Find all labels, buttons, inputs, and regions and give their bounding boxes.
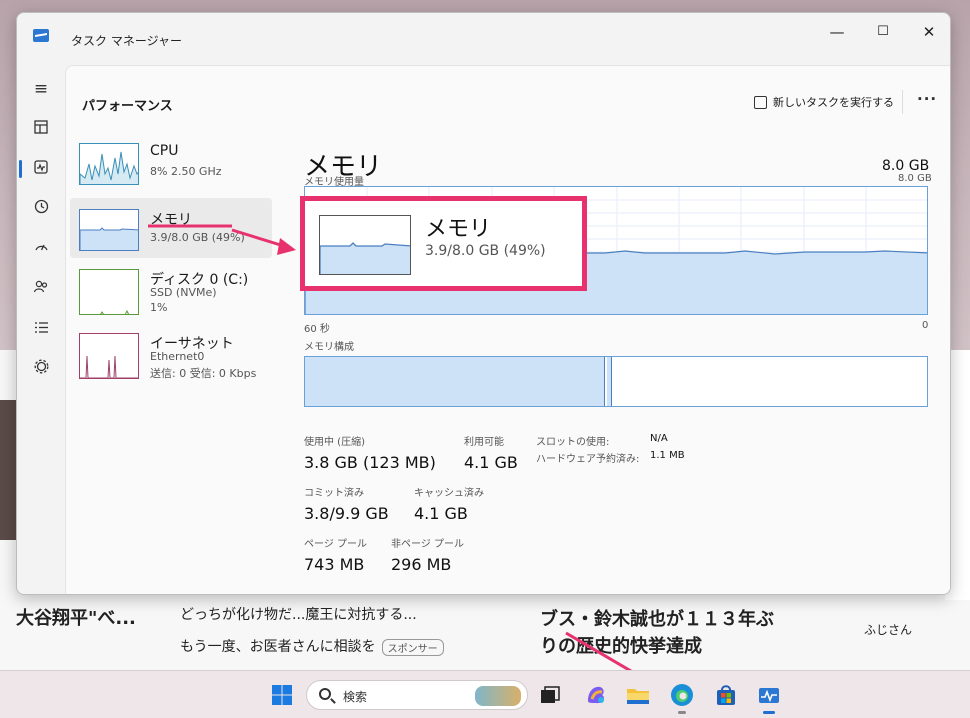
stat-label: ハードウェア予約済み: [536, 454, 640, 465]
search-input[interactable]: 検索 [306, 680, 528, 710]
sponsor-badge: スポンサー [381, 638, 444, 656]
title-bar[interactable]: タスク マネージャー — ☐ ✕ [17, 13, 950, 53]
stat-label: 非ページ プール [391, 539, 464, 550]
background-news-2: もう一度、お医者さんに相談を スポンサー [180, 636, 444, 656]
background-headline-right-1: ブス・鈴木誠也が１１３年ぶ [540, 609, 774, 630]
services-icon[interactable] [25, 353, 57, 385]
task-manager-icon[interactable] [755, 681, 783, 714]
composition-modified [607, 357, 612, 406]
search-placeholder: 検索 [343, 690, 368, 704]
callout-subtitle: 3.9/8.0 GB (49%) [425, 243, 546, 259]
background-news-1: どっちが化け物だ...魔王に対抗する... [180, 607, 417, 623]
ethernet-thumbnail-graph [79, 333, 139, 379]
background-headline-left: 大谷翔平"べ... [16, 608, 136, 629]
total-memory: 8.0 GB [882, 158, 930, 174]
stat-value-slots: N/A [650, 433, 668, 444]
sidebar-item-ethernet[interactable]: イーサネット Ethernet0 送信: 0 受信: 0 Kbps [70, 322, 272, 382]
new-task-button[interactable]: 新しいタスクを実行する [754, 94, 894, 110]
composition-in-use [305, 357, 605, 406]
stat-value-in-use: 3.8 GB (123 MB) [304, 453, 436, 472]
taskbar: 検索 [0, 670, 970, 718]
memory-thumbnail-graph [79, 209, 139, 251]
sidebar-item-sub: 8% 2.50 GHz [150, 165, 222, 178]
startup-icon[interactable] [25, 233, 57, 265]
composition-label: メモリ構成 [304, 342, 354, 353]
time-axis-right: 0 [922, 320, 929, 331]
sidebar-item-sub2: 送信: 0 受信: 0 Kbps [150, 367, 257, 380]
stat-label: ページ プール [304, 539, 367, 550]
selection-indicator [19, 160, 22, 178]
stat-value-cached: 4.1 GB [414, 504, 468, 523]
stat-value-nonpaged: 296 MB [391, 555, 452, 574]
stat-label: コミット済み [304, 488, 364, 499]
stat-value-available: 4.1 GB [464, 453, 518, 472]
callout-title: メモリ [425, 217, 492, 242]
menu-icon[interactable]: ≡ [25, 73, 57, 105]
minimize-button[interactable]: — [814, 17, 860, 47]
background-image-strip [0, 400, 16, 540]
sidebar-item-sub: Ethernet0 [150, 350, 205, 363]
task-view-icon[interactable] [536, 681, 564, 709]
navigation-rail: ≡ [17, 53, 65, 595]
copilot-icon[interactable] [582, 681, 610, 709]
users-icon[interactable] [25, 273, 57, 305]
zoom-callout: メモリ 3.9/8.0 GB (49%) [300, 196, 587, 291]
running-indicator [763, 711, 775, 714]
window-title: タスク マネージャー [71, 34, 182, 48]
running-indicator [678, 711, 686, 714]
callout-memory-graph [319, 215, 411, 275]
stat-value-paged: 743 MB [304, 555, 365, 574]
background-source: ふじさん [864, 623, 913, 637]
stat-label: キャッシュ済み [414, 488, 484, 499]
new-task-label: 新しいタスクを実行する [773, 96, 894, 109]
app-history-icon[interactable] [25, 193, 57, 225]
details-icon[interactable] [25, 313, 57, 345]
sidebar-item-disk[interactable]: ディスク 0 (C:) SSD (NVMe) 1% [70, 258, 272, 318]
sidebar-item-sub: SSD (NVMe) [150, 286, 217, 299]
windows-start-icon[interactable] [268, 681, 296, 709]
task-manager-window: タスク マネージャー — ☐ ✕ ≡ パフォーマンス 新しいタスクを実行する ·… [16, 12, 951, 595]
sidebar-item-sub: 3.9/8.0 GB (49%) [150, 231, 245, 244]
header-divider [902, 90, 903, 114]
settings-icon[interactable] [25, 594, 57, 595]
maximize-button[interactable]: ☐ [860, 17, 906, 47]
stat-label: 使用中 (圧縮) [304, 437, 365, 448]
stat-value-committed: 3.8/9.9 GB [304, 504, 389, 523]
new-task-icon [754, 95, 767, 109]
sidebar-item-memory[interactable]: メモリ 3.9/8.0 GB (49%) [70, 198, 272, 258]
page-title: パフォーマンス [82, 99, 173, 114]
performance-panel: パフォーマンス 新しいタスクを実行する ··· CPU 8% 2.50 GHz … [65, 65, 950, 594]
usage-max-label: 8.0 GB [898, 173, 932, 184]
sidebar-item-label: CPU [150, 143, 179, 159]
memory-composition-bar [304, 356, 928, 407]
file-explorer-icon[interactable] [624, 681, 652, 709]
sidebar-item-cpu[interactable]: CPU 8% 2.50 GHz [70, 132, 272, 192]
close-button[interactable]: ✕ [906, 17, 950, 47]
performance-icon[interactable] [25, 153, 57, 185]
search-icon [319, 688, 331, 700]
search-highlight-icon [475, 686, 521, 706]
processes-icon[interactable] [25, 113, 57, 145]
task-manager-icon [33, 29, 49, 42]
time-axis-left: 60 秒 [304, 324, 330, 335]
store-icon[interactable] [712, 681, 740, 709]
edge-icon[interactable] [668, 681, 696, 714]
cpu-thumbnail-graph [79, 143, 139, 185]
stat-value-reserved: 1.1 MB [650, 450, 685, 461]
background-headline-right-2: りの歴史的快挙達成 [540, 636, 702, 657]
sidebar-item-sub2: 1% [150, 301, 168, 314]
sidebar-item-label: メモリ [150, 212, 192, 228]
more-options-button[interactable]: ··· [917, 90, 937, 108]
stat-label: 利用可能 [464, 437, 504, 448]
disk-thumbnail-graph [79, 269, 139, 315]
stat-label: スロットの使用: [536, 437, 610, 448]
